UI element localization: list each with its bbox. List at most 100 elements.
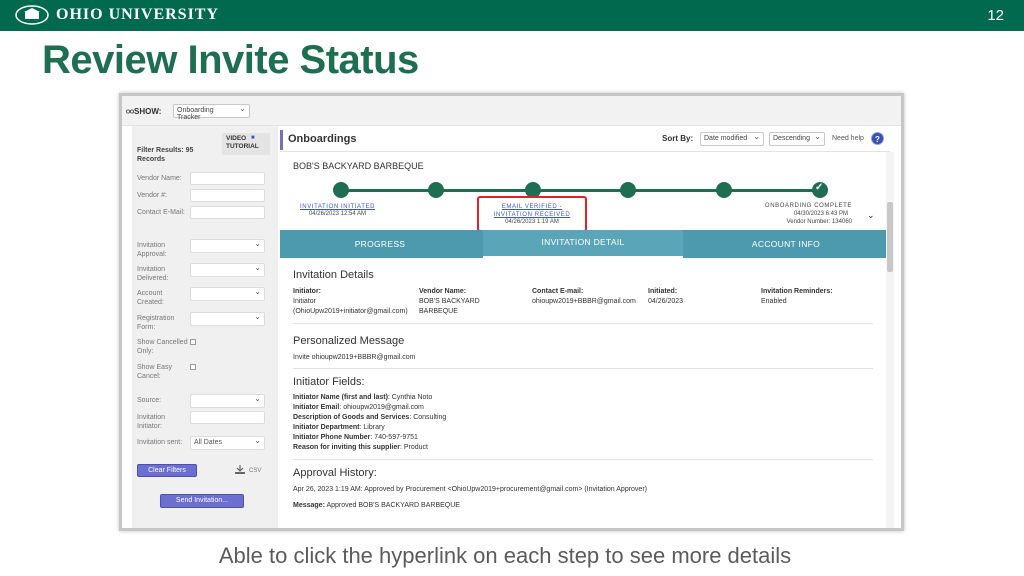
account-created-label: Account Created: bbox=[137, 290, 164, 306]
header-accent bbox=[280, 130, 283, 150]
approval-message-value: Approved BOB'S BACKYARD BARBEQUE bbox=[326, 502, 460, 509]
sort-order-select[interactable]: Descending bbox=[769, 132, 825, 146]
initiator-label: Initiator: bbox=[293, 288, 321, 295]
approval-message: Message: Approved BOB'S BACKYARD BARBEQU… bbox=[293, 501, 460, 511]
field-value: Library bbox=[363, 424, 385, 431]
reminders-label: Invitation Reminders: bbox=[761, 288, 833, 295]
initiator-field: Initiator: Initiator (OhioUpw2019+initia… bbox=[293, 287, 418, 317]
filter-sidebar: VIDEO TUTORIAL ■ Filter Results: 95 Reco… bbox=[132, 126, 278, 528]
field-label: Initiator Name (first and last) bbox=[293, 394, 388, 401]
invitation-approval-select[interactable] bbox=[190, 239, 265, 253]
invitation-initiated-date: 04/26/2023 12:54 AM bbox=[308, 211, 367, 217]
list-item: Description of Goods and Services: Consu… bbox=[293, 414, 447, 421]
step-dot-2[interactable] bbox=[428, 182, 444, 198]
field-value: 740-597-9751 bbox=[374, 434, 418, 441]
vendor-name-input[interactable] bbox=[190, 172, 265, 185]
invitation-sent-select[interactable]: All Dates bbox=[190, 436, 265, 450]
help-icon[interactable]: ? bbox=[871, 132, 884, 145]
reminders-field: Invitation Reminders: Enabled bbox=[761, 287, 861, 307]
invitation-delivered-label: Invitation Delivered: bbox=[137, 266, 169, 282]
contact-email-field: Contact E-mail: ohioupw2019+BBBR@gmail.c… bbox=[532, 287, 647, 307]
show-easy-cancel-checkbox[interactable] bbox=[190, 364, 196, 370]
field-label: Reason for inviting this supplier bbox=[293, 444, 400, 451]
list-item: Initiator Department: Library bbox=[293, 424, 385, 431]
slide-caption: Able to click the hyperlink on each step… bbox=[218, 543, 792, 568]
university-seal-icon bbox=[15, 5, 49, 25]
step-dot-5[interactable] bbox=[716, 182, 732, 198]
university-logo: OHIO UNIVERSITY bbox=[14, 5, 219, 25]
panel-header: Onboardings Sort By: Date modified Desce… bbox=[280, 126, 890, 152]
show-label: SHOW: bbox=[134, 107, 162, 116]
send-invitation-button[interactable]: Send Invitation... bbox=[160, 494, 244, 508]
personalized-message-text: Invite ohioupw2019+BBBR@gmail.com bbox=[293, 354, 416, 361]
slide-number: 12 bbox=[987, 7, 1004, 24]
registration-form-label: Registration Form: bbox=[137, 315, 175, 331]
divider bbox=[293, 459, 873, 460]
approval-history-title: Approval History: bbox=[293, 467, 377, 479]
sort-field-select[interactable]: Date modified bbox=[700, 132, 764, 146]
scrollbar-thumb[interactable] bbox=[887, 202, 893, 272]
step-dot-complete-check-icon[interactable] bbox=[812, 182, 828, 198]
clear-filters-button[interactable]: Clear Filters bbox=[137, 464, 197, 477]
field-label: Initiator Phone Number bbox=[293, 434, 371, 441]
field-value: Consulting bbox=[413, 414, 447, 421]
step-dot-4[interactable] bbox=[620, 182, 636, 198]
show-select[interactable]: Onboarding Tracker bbox=[173, 104, 250, 121]
vendor-number-label: Vendor #: bbox=[137, 192, 167, 199]
link-icon bbox=[126, 109, 134, 114]
source-label: Source: bbox=[137, 397, 162, 404]
vendor-name-field-value: BOB'S BACKYARD BARBEQUE bbox=[419, 298, 480, 315]
field-label: Initiator Department bbox=[293, 424, 360, 431]
video-camera-icon: ■ bbox=[251, 135, 255, 141]
tab-invitation-detail[interactable]: INVITATION DETAIL bbox=[483, 230, 683, 258]
invitation-details-title: Invitation Details bbox=[293, 269, 374, 281]
contact-email-input[interactable] bbox=[190, 206, 265, 219]
list-item: Initiator Name (first and last): Cynthia… bbox=[293, 394, 433, 401]
invitation-initiator-input[interactable] bbox=[190, 411, 265, 424]
logo-text: OHIO UNIVERSITY bbox=[56, 6, 220, 23]
sort-by-label: Sort By: bbox=[662, 134, 694, 143]
vendor-name-label: Vendor Name: bbox=[137, 175, 182, 182]
divider bbox=[293, 368, 873, 369]
vendor-name-heading: BOB'S BACKYARD BARBEQUE bbox=[293, 161, 424, 171]
tab-progress[interactable]: PROGRESS bbox=[280, 230, 480, 258]
csv-download-icon[interactable] bbox=[234, 465, 246, 475]
show-bar: SHOW: Onboarding Tracker bbox=[122, 96, 901, 126]
invitation-sent-label: Invitation sent: bbox=[137, 439, 183, 446]
vendor-number-input[interactable] bbox=[190, 189, 265, 202]
app-screenshot: SHOW: Onboarding Tracker VIDEO TUTORIAL … bbox=[119, 93, 904, 531]
panel-title: Onboardings bbox=[288, 133, 357, 145]
initiated-label: Initiated: bbox=[648, 288, 678, 295]
initiated-value: 04/26/2023 bbox=[648, 298, 684, 305]
show-cancelled-label: Show Cancelled Only: bbox=[137, 339, 188, 355]
initiator-fields-title: Initiator Fields: bbox=[293, 376, 365, 388]
vendor-name-field: Vendor Name: BOB'S BACKYARD BARBEQUE bbox=[419, 287, 499, 317]
field-value: ohioupw2019@gmail.com bbox=[343, 404, 424, 411]
registration-form-select[interactable] bbox=[190, 312, 265, 326]
detail-tabs: PROGRESS INVITATION DETAIL ACCOUNT INFO bbox=[280, 230, 886, 258]
tab-account-info[interactable]: ACCOUNT INFO bbox=[686, 230, 886, 258]
show-cancelled-checkbox[interactable] bbox=[190, 339, 196, 345]
slide-title: Review Invite Status bbox=[42, 38, 419, 82]
approval-message-label: Message: bbox=[293, 502, 325, 509]
contact-email-field-value: ohioupw2019+BBBR@gmail.com bbox=[532, 298, 636, 305]
need-help-label[interactable]: Need help bbox=[832, 135, 864, 142]
vendor-name-field-label: Vendor Name: bbox=[419, 288, 467, 295]
onboarding-complete-date: 04/30/2023 6:43 PM bbox=[793, 211, 848, 217]
reminders-value: Enabled bbox=[761, 298, 787, 305]
account-created-select[interactable] bbox=[190, 287, 265, 301]
video-tutorial-button[interactable]: VIDEO TUTORIAL ■ bbox=[222, 133, 270, 155]
field-label: Initiator Email bbox=[293, 404, 340, 411]
field-value: Cynthia Noto bbox=[391, 394, 433, 401]
source-select[interactable] bbox=[190, 394, 265, 408]
vendor-number: Vendor Number: 134060 bbox=[786, 219, 852, 225]
onboardings-panel: Onboardings Sort By: Date modified Desce… bbox=[280, 126, 901, 528]
csv-label: CSV bbox=[249, 468, 262, 474]
invitation-delivered-select[interactable] bbox=[190, 263, 265, 277]
progress-track bbox=[341, 189, 820, 192]
chevron-down-icon[interactable]: ⌄ bbox=[867, 210, 875, 221]
step-dot-1[interactable] bbox=[333, 182, 349, 198]
invitation-initiated-link[interactable]: INVITATION INITIATED bbox=[300, 203, 375, 211]
personalized-message-title: Personalized Message bbox=[293, 335, 405, 347]
list-item: Initiator Phone Number: 740-597-9751 bbox=[293, 434, 418, 441]
